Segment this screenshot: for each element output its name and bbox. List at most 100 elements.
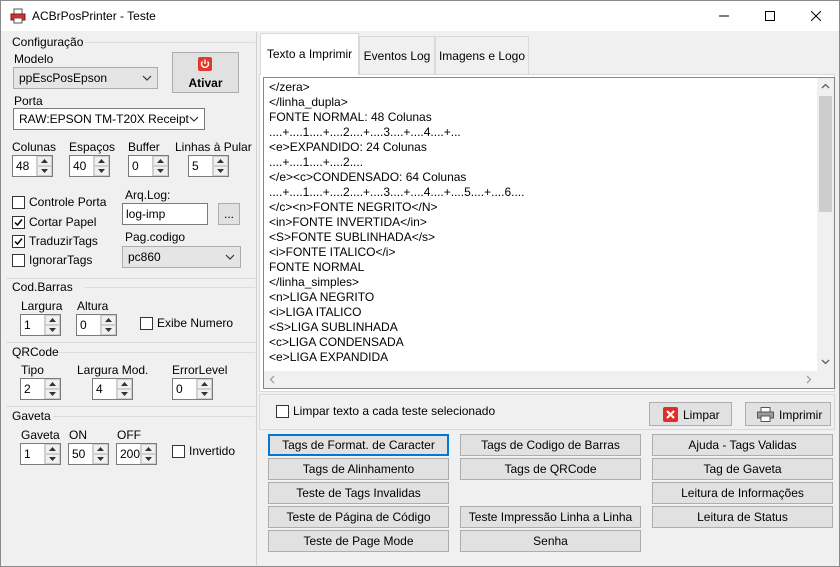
tag-gaveta-button[interactable]: Tag de Gaveta xyxy=(652,458,833,480)
spin-down-button[interactable] xyxy=(45,389,60,399)
error-level-spin[interactable]: 0 xyxy=(172,378,213,400)
spin-up-button[interactable] xyxy=(45,379,60,389)
spin-down-button[interactable] xyxy=(141,454,156,464)
spin-up-button[interactable] xyxy=(153,156,168,166)
triangle-down-icon xyxy=(105,328,112,332)
triangle-down-icon xyxy=(49,457,56,461)
vertical-scrollbar[interactable] xyxy=(817,78,834,371)
teste-tags-invalidas-button[interactable]: Teste de Tags Invalidas xyxy=(268,482,449,504)
spin-down-button[interactable] xyxy=(101,325,116,335)
chevron-down-icon xyxy=(142,75,152,81)
tab-imagens-logo[interactable]: Imagens e Logo xyxy=(435,36,529,74)
horizontal-scrollbar[interactable] xyxy=(264,371,817,388)
spin-down-button[interactable] xyxy=(93,454,108,464)
gaveta-num-value: 1 xyxy=(24,447,31,461)
limpar-texto-label: Limpar texto a cada teste selecionado xyxy=(293,404,496,418)
gaveta-num-spin[interactable]: 1 xyxy=(20,443,61,465)
memo-line: </c><n>FONTE NEGRITO</N> xyxy=(269,200,438,214)
browse-log-button[interactable]: ... xyxy=(218,203,240,225)
scroll-down-icon[interactable] xyxy=(821,359,830,365)
triangle-down-icon xyxy=(49,392,56,396)
porta-combo[interactable]: RAW:EPSON TM-T20X Receipt xyxy=(13,108,205,130)
qrcode-separator xyxy=(6,342,256,343)
espacos-value: 40 xyxy=(73,159,87,173)
printer-icon xyxy=(757,407,774,422)
tipo-spin[interactable]: 2 xyxy=(20,378,61,400)
arqlog-input[interactable] xyxy=(122,203,208,225)
off-spin-buttons xyxy=(140,444,156,464)
spin-down-button[interactable] xyxy=(117,389,132,399)
espacos-spin[interactable]: 40 xyxy=(69,155,110,177)
limpar-texto-checkbox[interactable]: Limpar texto a cada teste selecionado xyxy=(276,404,496,420)
text-to-print-memo[interactable]: </zera> </linha_dupla> FONTE NORMAL: 48 Co… xyxy=(263,77,835,389)
leitura-informacoes-button[interactable]: Leitura de Informações xyxy=(652,482,833,504)
limpar-label: Limpar xyxy=(683,408,720,422)
pagcodigo-combo[interactable]: pc860 xyxy=(122,246,241,268)
checkmark-icon xyxy=(14,219,23,227)
senha-button[interactable]: Senha xyxy=(460,530,641,552)
on-spin[interactable]: 50 xyxy=(68,443,109,465)
spin-up-button[interactable] xyxy=(93,444,108,454)
leitura-status-button[interactable]: Leitura de Status xyxy=(652,506,833,528)
spin-up-button[interactable] xyxy=(94,156,109,166)
maximize-button[interactable] xyxy=(747,1,793,31)
colunas-spin[interactable]: 48 xyxy=(12,155,53,177)
spin-up-button[interactable] xyxy=(37,156,52,166)
vertical-scroll-thumb[interactable] xyxy=(819,96,832,212)
off-spin[interactable]: 200 xyxy=(116,443,157,465)
spin-up-button[interactable] xyxy=(45,315,60,325)
invertido-checkbox[interactable]: Invertido xyxy=(172,444,252,460)
tags-alinhamento-button[interactable]: Tags de Alinhamento xyxy=(268,458,449,480)
largura-mod-spin[interactable]: 4 xyxy=(92,378,133,400)
triangle-down-icon xyxy=(49,328,56,332)
teste-page-mode-button[interactable]: Teste de Page Mode xyxy=(268,530,449,552)
tags-qrcode-button[interactable]: Tags de QRCode xyxy=(460,458,641,480)
memo-line: <e>EXPANDIDO: 24 Colunas xyxy=(269,140,427,154)
buffer-spin[interactable]: 0 xyxy=(128,155,169,177)
traduzir-tags-checkbox[interactable]: TraduzirTags xyxy=(12,234,112,250)
exibe-numero-checkbox[interactable]: Exibe Numero xyxy=(140,316,240,332)
spin-down-button[interactable] xyxy=(153,166,168,176)
spin-down-button[interactable] xyxy=(197,389,212,399)
ativar-button[interactable]: Ativar xyxy=(172,52,239,93)
modelo-combo[interactable]: ppEscPosEpson xyxy=(13,67,158,89)
arqlog-field[interactable] xyxy=(123,204,207,224)
scroll-left-icon[interactable] xyxy=(269,375,275,384)
tags-format-caracter-button[interactable]: Tags de Format. de Caracter xyxy=(268,434,449,456)
altura-spin[interactable]: 0 xyxy=(76,314,117,336)
minimize-button[interactable] xyxy=(701,1,747,31)
spin-down-button[interactable] xyxy=(45,325,60,335)
spin-down-button[interactable] xyxy=(37,166,52,176)
spin-up-button[interactable] xyxy=(117,379,132,389)
triangle-up-icon xyxy=(98,159,105,163)
imprimir-button[interactable]: Imprimir xyxy=(745,402,831,426)
ajuda-tags-validas-button[interactable]: Ajuda - Tags Validas xyxy=(652,434,833,456)
spin-down-button[interactable] xyxy=(94,166,109,176)
scroll-right-icon[interactable] xyxy=(806,375,812,384)
tags-codigo-barras-button[interactable]: Tags de Codigo de Barras xyxy=(460,434,641,456)
ignorar-tags-checkbox[interactable]: IgnorarTags xyxy=(12,253,112,269)
tipo-value: 2 xyxy=(24,382,31,396)
spin-up-button[interactable] xyxy=(45,444,60,454)
tab-label: Imagens e Logo xyxy=(438,49,526,63)
tab-eventos-log[interactable]: Eventos Log xyxy=(359,36,435,74)
spin-up-button[interactable] xyxy=(213,156,228,166)
qrcode-group-line xyxy=(59,352,255,353)
controle-porta-checkbox[interactable]: Controle Porta xyxy=(12,195,112,211)
largura-spin[interactable]: 1 xyxy=(20,314,61,336)
memo-line: <i>LIGA ITALICO xyxy=(269,305,362,319)
spin-down-button[interactable] xyxy=(45,454,60,464)
spin-up-button[interactable] xyxy=(197,379,212,389)
spin-up-button[interactable] xyxy=(141,444,156,454)
cortar-papel-checkbox[interactable]: Cortar Papel xyxy=(12,215,112,231)
linhas-pular-spin[interactable]: 5 xyxy=(188,155,229,177)
spin-up-button[interactable] xyxy=(101,315,116,325)
spin-down-button[interactable] xyxy=(213,166,228,176)
scroll-up-icon[interactable] xyxy=(821,83,830,89)
close-button[interactable] xyxy=(793,1,839,31)
tab-texto-imprimir[interactable]: Texto a Imprimir xyxy=(260,33,359,75)
teste-impressao-linha-button[interactable]: Teste Impressão Linha a Linha xyxy=(460,506,641,528)
gaveta-num-label: Gaveta xyxy=(21,428,60,442)
limpar-button[interactable]: Limpar xyxy=(649,402,732,426)
teste-pagina-codigo-button[interactable]: Teste de Página de Código xyxy=(268,506,449,528)
